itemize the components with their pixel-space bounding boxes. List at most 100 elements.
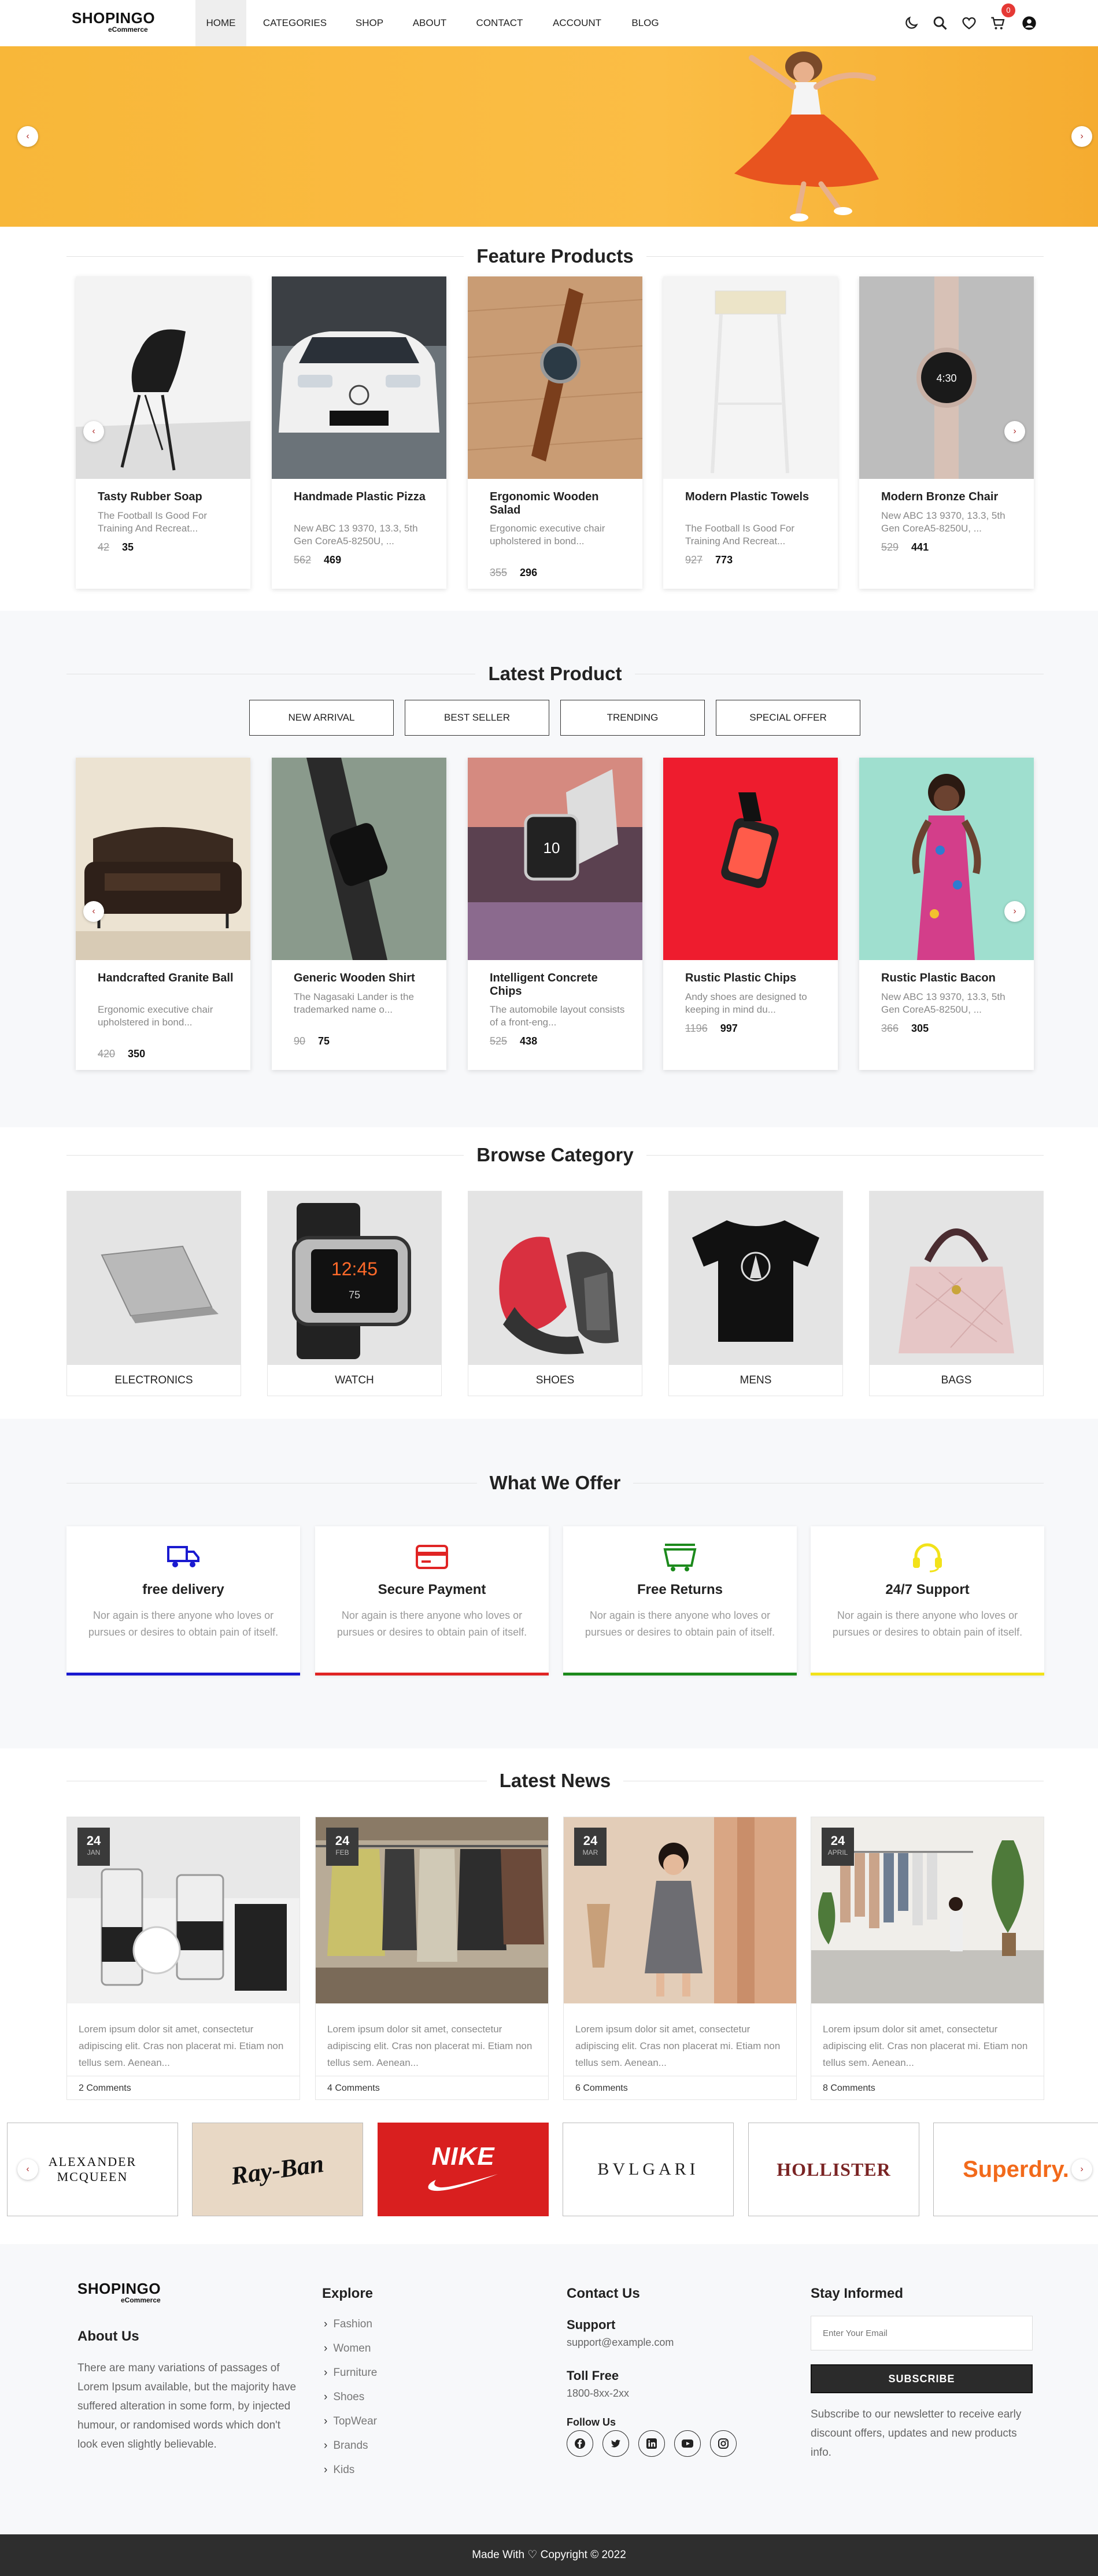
current-price: 35 xyxy=(122,541,134,553)
product-card[interactable]: Handmade Plastic Pizza New ABC 13 9370, … xyxy=(272,276,446,589)
product-name[interactable]: Handcrafted Granite Ball xyxy=(98,972,236,985)
product-image: 4:30 xyxy=(859,276,1034,479)
footer-logo[interactable]: SHOPINGO eCommerce xyxy=(77,2280,161,2304)
old-price: 420 xyxy=(98,1048,116,1060)
brand-logo: ALEXANDER MCQUEEN xyxy=(48,2154,137,2184)
category-label[interactable]: SHOES xyxy=(468,1365,642,1396)
offer-accent-bar xyxy=(315,1673,549,1675)
nav-contact[interactable]: CONTACT xyxy=(465,0,534,46)
hero-next-button[interactable]: › xyxy=(1071,126,1092,147)
linkedin-button[interactable] xyxy=(638,2430,665,2457)
footer-link-shoes[interactable]: › Shoes xyxy=(324,2391,364,2404)
category-label[interactable]: BAGS xyxy=(870,1365,1043,1396)
offer-text: Nor again is there anyone who loves or p… xyxy=(337,1610,527,1638)
tollfree-number[interactable]: 1800-8xx-2xx xyxy=(567,2387,629,2400)
product-name[interactable]: Modern Bronze Chair xyxy=(881,490,1020,504)
brands-prev-button[interactable]: ‹ xyxy=(17,2159,38,2180)
nav-account[interactable]: ACCOUNT xyxy=(542,0,612,46)
category-label[interactable]: ELECTRONICS xyxy=(67,1365,241,1396)
product-name[interactable]: Generic Wooden Shirt xyxy=(294,972,432,985)
cart-icon[interactable] xyxy=(990,15,1006,31)
product-card[interactable]: Generic Wooden Shirt The Nagasaki Lander… xyxy=(272,758,446,1070)
product-card[interactable]: 10 Intelligent Concrete Chips The automo… xyxy=(468,758,642,1070)
product-name[interactable]: Rustic Plastic Bacon xyxy=(881,972,1020,985)
newsletter-email-input[interactable] xyxy=(811,2316,1033,2350)
brand-logo: Superdry. xyxy=(963,2156,1069,2182)
news-card[interactable]: 24 FEB Lorem ipsum dolor sit amet, consec… xyxy=(315,1817,549,2100)
nav-categories[interactable]: CATEGORIES xyxy=(254,0,335,46)
category-card-watch[interactable]: 12:45 75 WATCH xyxy=(267,1191,442,1396)
news-card[interactable]: 24 MAR Lorem ipsum dolor sit amet, consec… xyxy=(563,1817,797,2100)
tab-best-seller[interactable]: BEST SELLER xyxy=(405,700,549,736)
footer-link-kids[interactable]: › Kids xyxy=(324,2464,354,2477)
product-name[interactable]: Ergonomic Wooden Salad xyxy=(490,490,629,517)
news-comments-link[interactable]: 8 Comments xyxy=(811,2076,1044,2100)
svg-text:4:30: 4:30 xyxy=(936,372,956,384)
product-price: 525 438 xyxy=(490,1035,537,1047)
category-label[interactable]: MENS xyxy=(669,1365,842,1396)
current-price: 997 xyxy=(720,1023,738,1034)
twitter-button[interactable] xyxy=(602,2430,629,2457)
product-price: 562 469 xyxy=(294,554,341,566)
moon-icon[interactable] xyxy=(903,15,919,31)
user-icon[interactable] xyxy=(1021,15,1037,31)
feature-next-button[interactable]: › xyxy=(1004,421,1025,442)
brand-nike[interactable]: NIKE xyxy=(378,2123,549,2216)
footer-link-topwear[interactable]: › TopWear xyxy=(324,2415,377,2428)
news-card[interactable]: 24 JAN Lorem ipsum dolor sit amet, consec… xyxy=(66,1817,300,2100)
product-name[interactable]: Handmade Plastic Pizza xyxy=(294,490,432,504)
facebook-button[interactable] xyxy=(567,2430,593,2457)
product-card[interactable]: Rustic Plastic Chips Andy shoes are desi… xyxy=(663,758,838,1070)
nav-home[interactable]: HOME xyxy=(195,0,246,46)
follow-label: Follow Us xyxy=(567,2416,616,2428)
brand-hollister[interactable]: HOLLISTER xyxy=(748,2123,919,2216)
news-comments-link[interactable]: 2 Comments xyxy=(67,2076,300,2100)
nav-shop[interactable]: SHOP xyxy=(345,0,394,46)
offer-section-title: What We Offer xyxy=(66,1472,1044,1494)
subscribe-button[interactable]: SUBSCRIBE xyxy=(811,2364,1033,2393)
footer-logo-subtitle: eCommerce xyxy=(121,2296,161,2304)
product-card[interactable]: Modern Plastic Towels The Football Is Go… xyxy=(663,276,838,589)
category-card-mens[interactable]: MENS xyxy=(668,1191,843,1396)
news-comments-link[interactable]: 4 Comments xyxy=(316,2076,548,2100)
category-card-shoes[interactable]: SHOES xyxy=(468,1191,642,1396)
footer-link-fashion[interactable]: › Fashion xyxy=(324,2318,372,2331)
news-date-badge: 24 FEB xyxy=(326,1828,358,1866)
tab-new-arrival[interactable]: NEW ARRIVAL xyxy=(249,700,394,736)
news-card[interactable]: 24 APRIL Lorem ipsum dolor sit amet, cons… xyxy=(811,1817,1044,2100)
latest-prev-button[interactable]: ‹ xyxy=(83,901,104,922)
brands-next-button[interactable]: › xyxy=(1071,2159,1092,2180)
heart-icon[interactable] xyxy=(961,15,977,31)
nav-about[interactable]: ABOUT xyxy=(402,0,457,46)
product-name[interactable]: Intelligent Concrete Chips xyxy=(490,972,629,998)
category-label[interactable]: WATCH xyxy=(268,1365,441,1396)
product-card[interactable]: Ergonomic Wooden Salad Ergonomic executi… xyxy=(468,276,642,589)
footer-link-furniture[interactable]: › Furniture xyxy=(324,2367,377,2379)
current-price: 350 xyxy=(128,1048,146,1060)
brand-ray-ban[interactable]: Ray-Ban xyxy=(192,2123,363,2216)
product-name[interactable]: Rustic Plastic Chips xyxy=(685,972,824,985)
latest-next-button[interactable]: › xyxy=(1004,901,1025,922)
offer-text: Nor again is there anyone who loves or p… xyxy=(88,1610,279,1638)
product-name[interactable]: Modern Plastic Towels xyxy=(685,490,824,504)
support-email[interactable]: support@example.com xyxy=(567,2337,674,2349)
news-comments-link[interactable]: 6 Comments xyxy=(564,2076,796,2100)
search-icon[interactable] xyxy=(932,15,948,31)
footer-link-brands[interactable]: › Brands xyxy=(324,2440,368,2452)
feature-prev-button[interactable]: ‹ xyxy=(83,421,104,442)
category-card-bags[interactable]: BAGS xyxy=(869,1191,1044,1396)
category-card-electronics[interactable]: ELECTRONICS xyxy=(66,1191,241,1396)
chevron-right-icon: › xyxy=(1013,906,1016,916)
tab-special-offer[interactable]: SPECIAL OFFER xyxy=(716,700,860,736)
instagram-button[interactable] xyxy=(710,2430,737,2457)
tab-trending[interactable]: TRENDING xyxy=(560,700,705,736)
hero-prev-button[interactable]: ‹ xyxy=(17,126,38,147)
logo[interactable]: SHOPINGO eCommerce xyxy=(72,9,155,34)
youtube-button[interactable] xyxy=(674,2430,701,2457)
product-price: 529 441 xyxy=(881,541,929,553)
product-price: 42 35 xyxy=(98,541,134,553)
footer-link-women[interactable]: › Women xyxy=(324,2342,371,2355)
brand-bvlgari[interactable]: BVLGARI xyxy=(563,2123,734,2216)
product-name[interactable]: Tasty Rubber Soap xyxy=(98,490,236,504)
nav-blog[interactable]: BLOG xyxy=(620,0,671,46)
